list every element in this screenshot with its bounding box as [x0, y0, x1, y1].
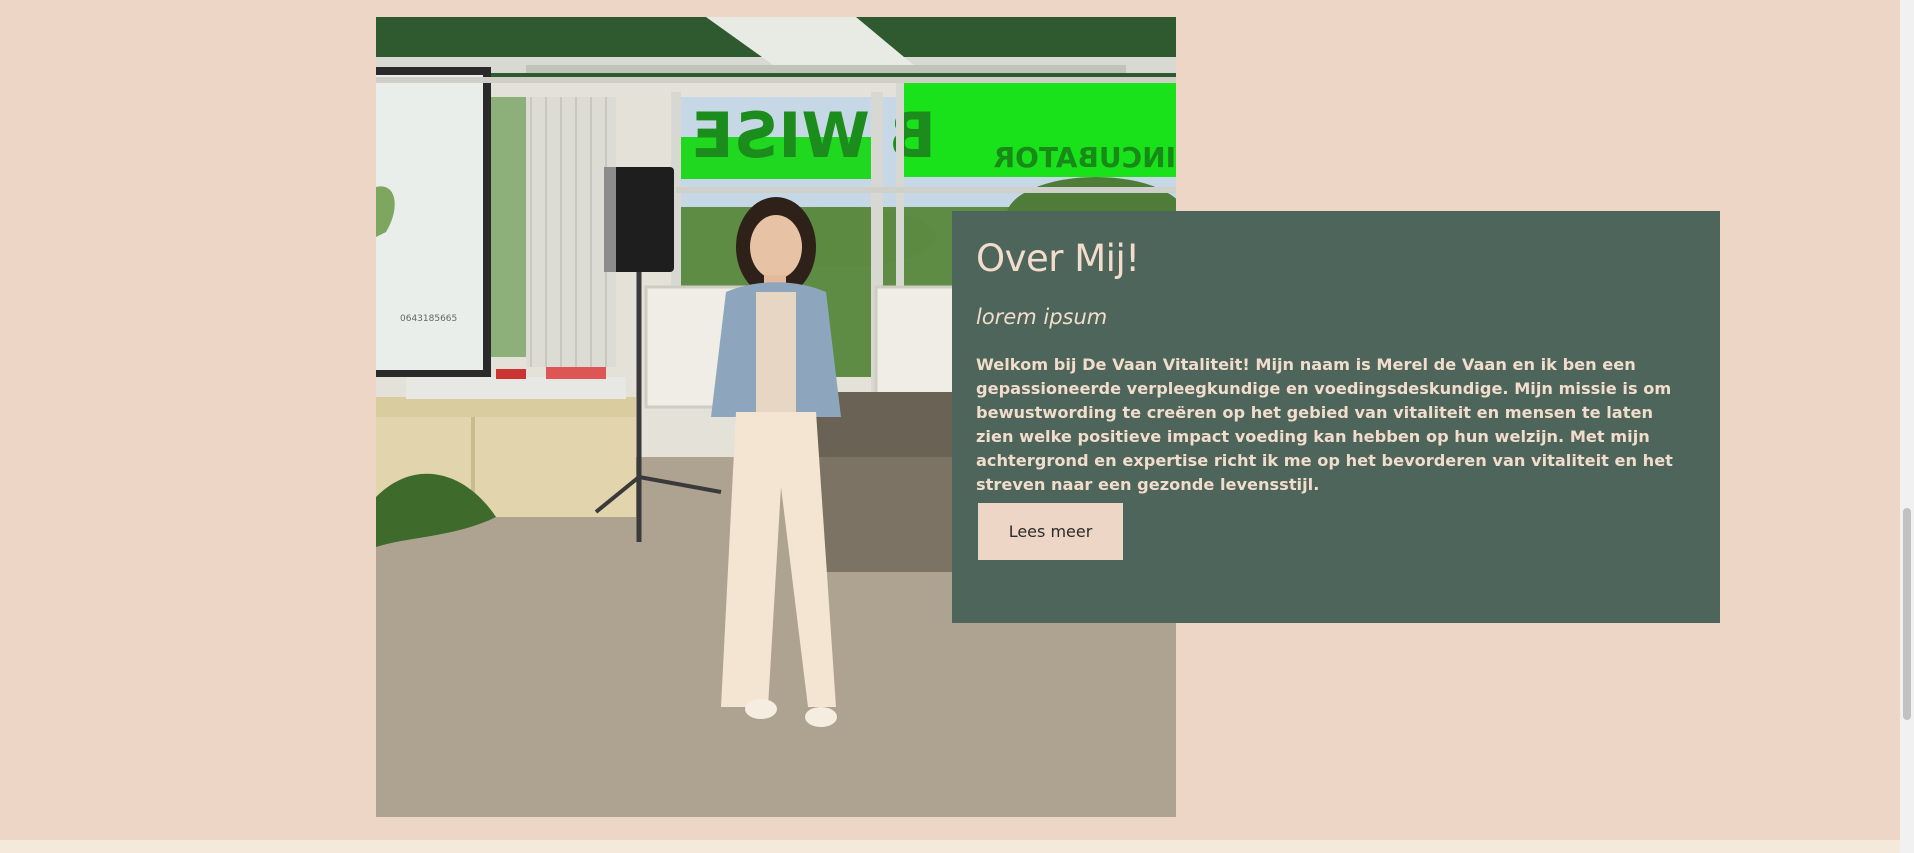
page-bottom-strip	[0, 840, 1914, 853]
about-subtitle: lorem ipsum	[976, 305, 1108, 330]
read-more-button[interactable]: Lees meer	[978, 503, 1123, 560]
page-scrollbar[interactable]	[1900, 0, 1914, 853]
about-section: Over Mij! lorem ipsum Welkom bij De Vaan…	[952, 211, 1720, 623]
about-text: Welkom bij De Vaan Vitaliteit! Mijn naam…	[976, 355, 1673, 495]
about-title: Over Mij!	[976, 237, 1140, 280]
scrollbar-thumb[interactable]	[1903, 508, 1911, 720]
window-sign-sub: INCUBATOR	[994, 141, 1176, 174]
screen-phone-number: 0643185665	[400, 314, 457, 324]
